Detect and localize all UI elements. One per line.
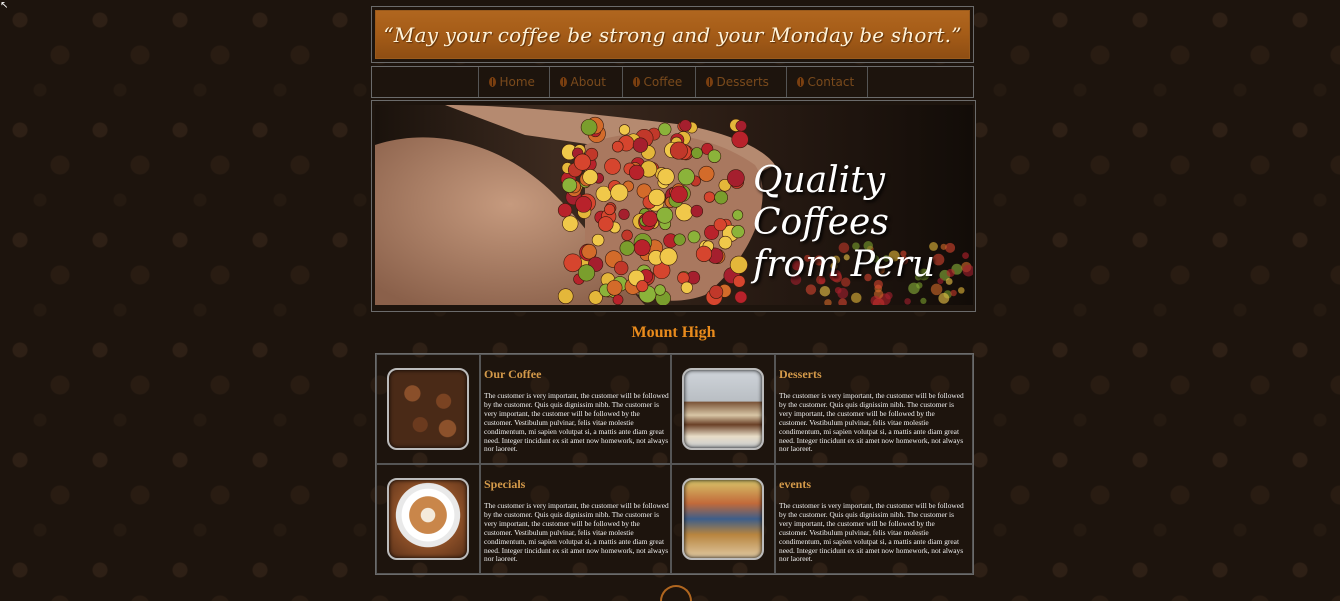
card-title[interactable]: events — [779, 477, 811, 492]
coffee-bean-icon — [488, 77, 496, 87]
section-title: Mount High — [631, 324, 716, 341]
card-events: events The customer is very important, t… — [775, 464, 973, 574]
coffee-beans-image — [387, 368, 469, 450]
card-thumb-cell — [376, 354, 480, 464]
card-text: The customer is very important, the cust… — [779, 391, 964, 454]
hero-caption-line1: Quality Coffees — [753, 160, 889, 243]
hero-image: Quality Coffees from Peru — [375, 105, 973, 305]
card-thumb-cell — [671, 464, 775, 574]
card-title[interactable]: Specials — [484, 477, 525, 492]
nav-coffee[interactable]: Coffee — [623, 67, 696, 97]
cursor-icon: ↖ — [0, 0, 9, 11]
header-banner: “May your coffee be strong and your Mond… — [371, 6, 974, 63]
card-our-coffee: Our Coffee The customer is very importan… — [480, 354, 671, 464]
card-specials: Specials The customer is very important,… — [480, 464, 671, 574]
card-text: The customer is very important, the cust… — [779, 501, 964, 564]
hero-banner: Quality Coffees from Peru — [371, 100, 976, 312]
nav-coffee-label: Coffee — [643, 75, 683, 89]
coffee-bean-icon — [796, 77, 804, 87]
nav-home[interactable]: Home — [479, 67, 550, 97]
tagline: “May your coffee be strong and your Mond… — [383, 22, 962, 47]
page-container: “May your coffee be strong and your Mond… — [371, 6, 976, 341]
nav-about[interactable]: About — [550, 67, 623, 97]
card-thumb-cell — [376, 464, 480, 574]
card-text: The customer is very important, the cust… — [484, 391, 669, 454]
coffee-bean-icon — [632, 77, 640, 87]
card-text: The customer is very important, the cust… — [484, 501, 669, 564]
nav-desserts[interactable]: Desserts — [696, 67, 787, 97]
main-nav: Home About Coffee Desserts Contact — [371, 66, 974, 98]
nav-about-label: About — [570, 75, 606, 89]
card-desserts: Desserts The customer is very important,… — [775, 354, 973, 464]
hero-caption-line2: from Peru — [753, 244, 936, 285]
latte-art-image — [387, 478, 469, 560]
card-title[interactable]: Our Coffee — [484, 367, 541, 382]
cafe-interior-image — [682, 478, 764, 560]
coffee-bean-icon — [705, 77, 713, 87]
tiramisu-image — [682, 368, 764, 450]
nav-desserts-label: Desserts — [716, 75, 769, 89]
feature-grid: Our Coffee The customer is very importan… — [375, 353, 974, 575]
banner-inner: “May your coffee be strong and your Mond… — [375, 10, 970, 59]
hero-caption: Quality Coffees from Peru — [753, 160, 973, 286]
nav-contact[interactable]: Contact — [787, 67, 868, 97]
coffee-bean-icon — [559, 77, 567, 87]
nav-contact-label: Contact — [807, 75, 855, 89]
nav-home-label: Home — [499, 75, 535, 89]
card-title[interactable]: Desserts — [779, 367, 822, 382]
card-thumb-cell — [671, 354, 775, 464]
footer-logo-icon — [660, 585, 692, 601]
